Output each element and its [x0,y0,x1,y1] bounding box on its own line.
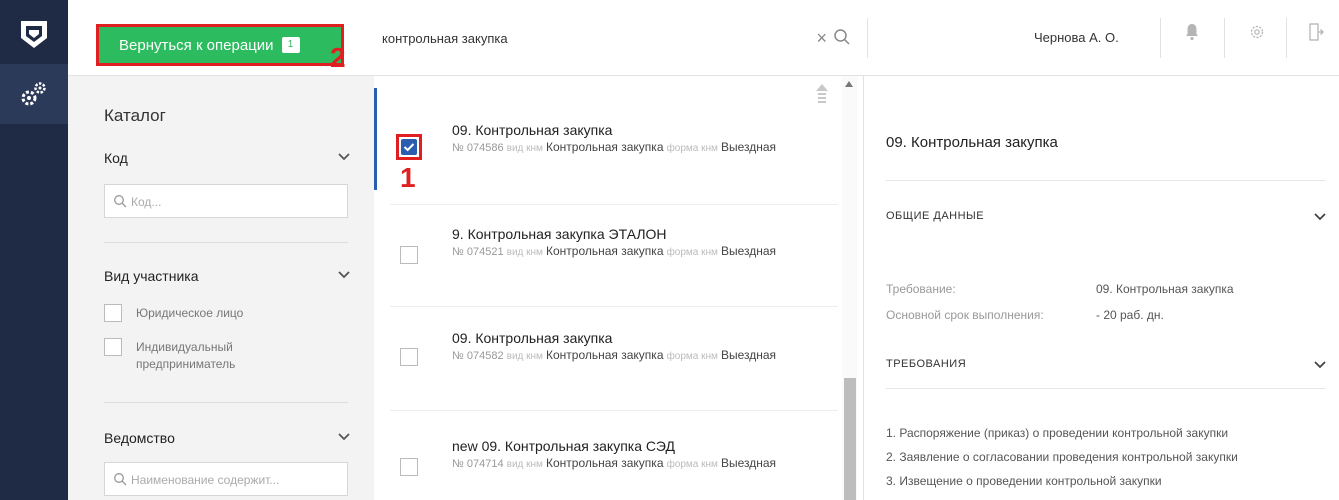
logout-icon[interactable] [1308,22,1324,47]
list-item[interactable]: 09. Контрольная закупка № 074582 вид кнм… [374,314,842,410]
search-bar[interactable]: контрольная закупка × [370,18,868,58]
item-title: new 09. Контрольная закупка СЭД [452,438,675,454]
detail-panel: 09. Контрольная закупка ОБЩИЕ ДАННЫЕ Тре… [864,76,1339,500]
item-checkbox[interactable] [400,348,418,366]
requirements-section[interactable]: ТРЕБОВАНИЯ [886,358,966,370]
topbar-divider [1286,18,1287,58]
item-form: Выездная [720,348,777,362]
department-search-input[interactable]: Наименование содержит... [104,462,348,496]
item-form-key: форма кнм [666,143,718,154]
chevron-down-icon[interactable] [338,150,350,164]
item-meta: № 074714 вид кнм Контрольная закупка фор… [452,456,792,472]
requirement-item: 1. Распоряжение (приказ) о проведении ко… [886,426,1229,440]
settings-gears-icon[interactable] [0,64,68,124]
item-form: Выездная [720,244,777,258]
item-meta: № 074582 вид кнм Контрольная закупка фор… [452,348,792,364]
search-icon[interactable] [833,28,851,51]
requirement-key: Требование: [886,282,956,296]
catalog-title: Каталог [104,106,166,125]
item-checkbox[interactable] [400,458,418,476]
app-logo-icon[interactable] [18,18,50,50]
search-icon [113,472,127,491]
results-list: 09. Контрольная закупка № 074586 вид кнм… [374,76,864,500]
item-number: № 074586 [452,142,504,154]
item-meta: № 074521 вид кнм Контрольная закупка фор… [452,244,792,260]
item-number: № 074582 [452,350,504,362]
item-type-key: вид кнм [506,459,543,470]
item-meta: № 074586 вид кнм Контрольная закупка фор… [452,140,792,156]
requirement-value: 09. Контрольная закупка [1096,282,1234,296]
search-icon [113,194,127,213]
item-number: № 074521 [452,246,504,258]
term-key: Основной срок выполнения: [886,308,1044,322]
topbar-divider [1160,18,1161,58]
item-type: Контрольная закупка [545,456,664,470]
divider [390,306,838,307]
return-button-badge: 1 [281,37,300,53]
filter-code-title[interactable]: Код [104,150,128,166]
divider [104,402,348,403]
annotation-1: 1 [400,162,416,193]
legal-entity-label: Юридическое лицо [136,306,244,320]
list-item[interactable]: 09. Контрольная закупка № 074586 вид кнм… [374,98,842,194]
item-title: 09. Контрольная закупка [452,330,613,346]
term-value: - 20 раб. дн. [1096,308,1164,322]
return-to-operation-button[interactable]: Вернуться к операции 1 [96,24,344,66]
search-input[interactable]: контрольная закупка [382,31,508,46]
chevron-down-icon[interactable] [1314,210,1326,224]
topbar-divider [1224,18,1225,58]
scrollbar-thumb[interactable] [844,378,856,500]
item-form-key: форма кнм [666,351,718,362]
app-rail [0,0,68,500]
general-data-section[interactable]: ОБЩИЕ ДАННЫЕ [886,210,984,222]
return-button-label: Вернуться к операции [119,36,274,54]
divider [390,410,838,411]
item-type: Контрольная закупка [545,244,664,258]
item-form: Выездная [720,140,777,154]
item-type-key: вид кнм [506,247,543,258]
scroll-to-top-icon[interactable] [814,82,830,111]
item-type: Контрольная закупка [545,348,664,362]
code-search-input[interactable]: Код... [104,184,348,218]
individual-entrepreneur-label: Индивидуальный предприниматель [136,340,236,371]
chevron-down-icon[interactable] [338,430,350,444]
bell-icon[interactable] [1184,22,1200,47]
divider [886,180,1326,181]
code-search-placeholder: Код... [131,195,162,209]
item-title: 9. Контрольная закупка ЭТАЛОН [452,226,667,242]
requirement-item: 3. Извещение о проведении контрольной за… [886,474,1162,488]
list-item[interactable]: 9. Контрольная закупка ЭТАЛОН № 074521 в… [374,206,842,302]
item-checkbox-checked[interactable] [396,134,422,160]
filter-department-title[interactable]: Ведомство [104,430,175,446]
gear-icon[interactable] [1248,22,1266,47]
catalog-sidebar: Каталог Код Код... Вид участника Юридиче… [68,76,374,500]
item-form-key: форма кнм [666,247,718,258]
item-type: Контрольная закупка [545,140,664,154]
user-name[interactable]: Чернова А. О. [1034,30,1119,45]
list-item[interactable]: new 09. Контрольная закупка СЭД № 074714… [374,420,842,500]
requirement-item: 2. Заявление о согласовании проведения к… [886,450,1238,464]
divider [104,242,348,243]
top-bar: Вернуться к операции 1 2 контрольная зак… [68,0,1339,76]
detail-title: 09. Контрольная закупка [886,134,1058,151]
item-type-key: вид кнм [506,143,543,154]
item-type-key: вид кнм [506,351,543,362]
item-title: 09. Контрольная закупка [452,122,613,138]
clear-search-icon[interactable]: × [816,28,827,49]
individual-entrepreneur-checkbox[interactable] [104,338,122,356]
item-checkbox[interactable] [400,246,418,264]
annotation-2: 2 [330,42,346,73]
divider [886,388,1326,389]
item-form-key: форма кнм [666,459,718,470]
legal-entity-checkbox[interactable] [104,304,122,322]
chevron-down-icon[interactable] [1314,358,1326,372]
filter-participant-title[interactable]: Вид участника [104,268,198,284]
scroll-up-arrow-icon[interactable] [844,80,854,90]
divider [390,204,838,205]
item-form: Выездная [720,456,777,470]
chevron-down-icon[interactable] [338,268,350,282]
item-number: № 074714 [452,458,504,470]
department-search-placeholder: Наименование содержит... [131,473,280,487]
